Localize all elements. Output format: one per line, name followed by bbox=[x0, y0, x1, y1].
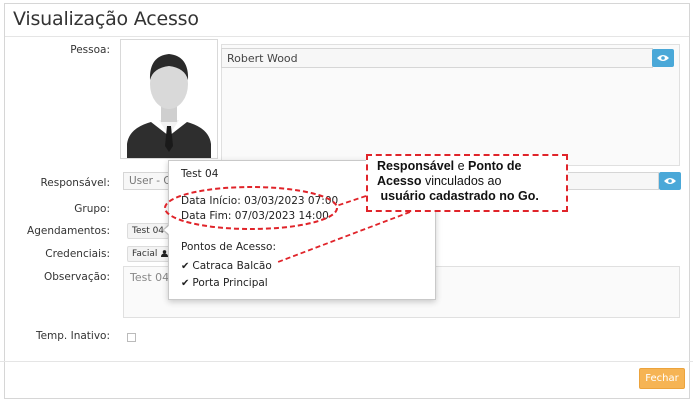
check-icon: ✔ bbox=[181, 278, 190, 289]
view-responsavel-button[interactable] bbox=[659, 172, 681, 190]
grupo-label: Grupo: bbox=[74, 203, 110, 215]
popover-arrow-inner bbox=[164, 225, 170, 235]
eye-icon bbox=[657, 55, 669, 61]
modal-title: Visualização Acesso bbox=[13, 8, 199, 30]
temp-inativo-checkbox[interactable] bbox=[127, 333, 136, 342]
temp-inativo-label: Temp. Inativo: bbox=[35, 330, 110, 342]
view-pessoa-button[interactable] bbox=[652, 49, 674, 67]
callout-text-5: usuário cadastrado no Go. bbox=[380, 189, 539, 203]
check-icon: ✔ bbox=[181, 261, 190, 272]
close-button[interactable]: Fechar bbox=[639, 368, 685, 389]
popover-data-inicio: Data Início: 03/03/2023 07:00 bbox=[181, 195, 339, 207]
popover-ponto-item: ✔ Catraca Balcão bbox=[181, 260, 272, 272]
ponto-label: Catraca Balcão bbox=[192, 260, 272, 272]
callout-text-4: vinculados ao bbox=[421, 174, 502, 188]
callout-text-2: e bbox=[454, 159, 469, 173]
annotation-callout: Responsável e Ponto de Acesso vinculados… bbox=[366, 154, 568, 212]
callout-text-1: Responsável bbox=[377, 159, 455, 173]
responsavel-label: Responsável: bbox=[40, 177, 110, 189]
ponto-label: Porta Principal bbox=[192, 277, 268, 289]
credencial-chip-label: Facial bbox=[132, 249, 158, 259]
agendamentos-label: Agendamentos: bbox=[27, 225, 110, 237]
person-photo bbox=[120, 39, 218, 159]
footer-divider bbox=[0, 361, 693, 362]
modal-header: Visualização Acesso bbox=[5, 4, 689, 37]
popover-title: Test 04 bbox=[181, 168, 219, 180]
credencial-chip[interactable]: Facial bbox=[127, 246, 174, 262]
pessoa-field[interactable]: Robert Wood bbox=[221, 48, 653, 68]
popover-ponto-item: ✔ Porta Principal bbox=[181, 277, 268, 289]
pessoa-label: Pessoa: bbox=[70, 44, 110, 56]
popover-pontos-label: Pontos de Acesso: bbox=[181, 241, 276, 253]
popover-data-fim: Data Fim: 07/03/2023 14:00 bbox=[181, 210, 329, 222]
observacao-label: Observação: bbox=[44, 271, 110, 283]
credenciais-label: Credenciais: bbox=[45, 248, 110, 260]
person-avatar-icon bbox=[121, 40, 217, 158]
eye-icon bbox=[664, 178, 676, 184]
